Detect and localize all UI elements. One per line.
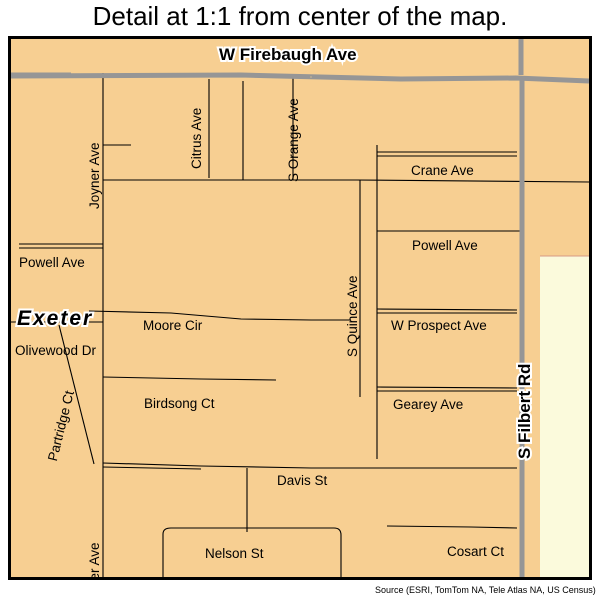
street-label-citrus-ave: Citrus Ave xyxy=(189,107,204,169)
street-label-joyner-ave-south: Joyner Ave xyxy=(87,542,102,580)
map-viewport[interactable]: W Firebaugh Ave W Firebaugh Ave S Filber… xyxy=(8,36,592,580)
major-road-label-s-filbert-rd: S Filbert Rd S Filbert Rd xyxy=(513,362,536,461)
major-road-label-w-firebaugh-ave: W Firebaugh Ave W Firebaugh Ave xyxy=(217,43,359,66)
street-label-birdsong-ct: Birdsong Ct xyxy=(144,396,215,411)
halo-over: S Filbert Rd xyxy=(515,363,534,459)
street-label-gearey-ave: Gearey Ave xyxy=(393,397,464,412)
street-label-s-quince-ave: S Quince Ave xyxy=(345,275,360,357)
halo-over: Exeter xyxy=(17,307,94,330)
street-label-s-orange-ave: S Orange Ave xyxy=(286,98,301,182)
source-attribution: Source (ESRI, TomTom NA, Tele Atlas NA, … xyxy=(375,585,596,595)
place-label-exeter: Exeter Exeter xyxy=(15,305,94,332)
street-label-w-prospect-ave: W Prospect Ave xyxy=(391,318,487,333)
halo-over: W Firebaugh Ave xyxy=(219,45,357,64)
street-label-cosart-ct: Cosart Ct xyxy=(447,544,505,559)
page-title: Detail at 1:1 from center of the map. xyxy=(92,1,508,31)
street-label-moore-cir: Moore Cir xyxy=(143,318,203,333)
adjacent-area-polygon xyxy=(540,256,589,577)
street-label-powell-ave-east: Powell Ave xyxy=(412,238,478,253)
map-page: Detail at 1:1 from center of the map. W … xyxy=(0,0,600,600)
street-label-crane-ave: Crane Ave xyxy=(411,163,474,178)
street-label-joyner-ave-north: Joyner Ave xyxy=(87,142,102,209)
street-label-powell-ave-west: Powell Ave xyxy=(19,255,85,270)
street-label-olivewood-dr: Olivewood Dr xyxy=(15,343,97,358)
street-label-nelson-st: Nelson St xyxy=(205,546,264,561)
street-label-davis-st: Davis St xyxy=(277,473,328,488)
